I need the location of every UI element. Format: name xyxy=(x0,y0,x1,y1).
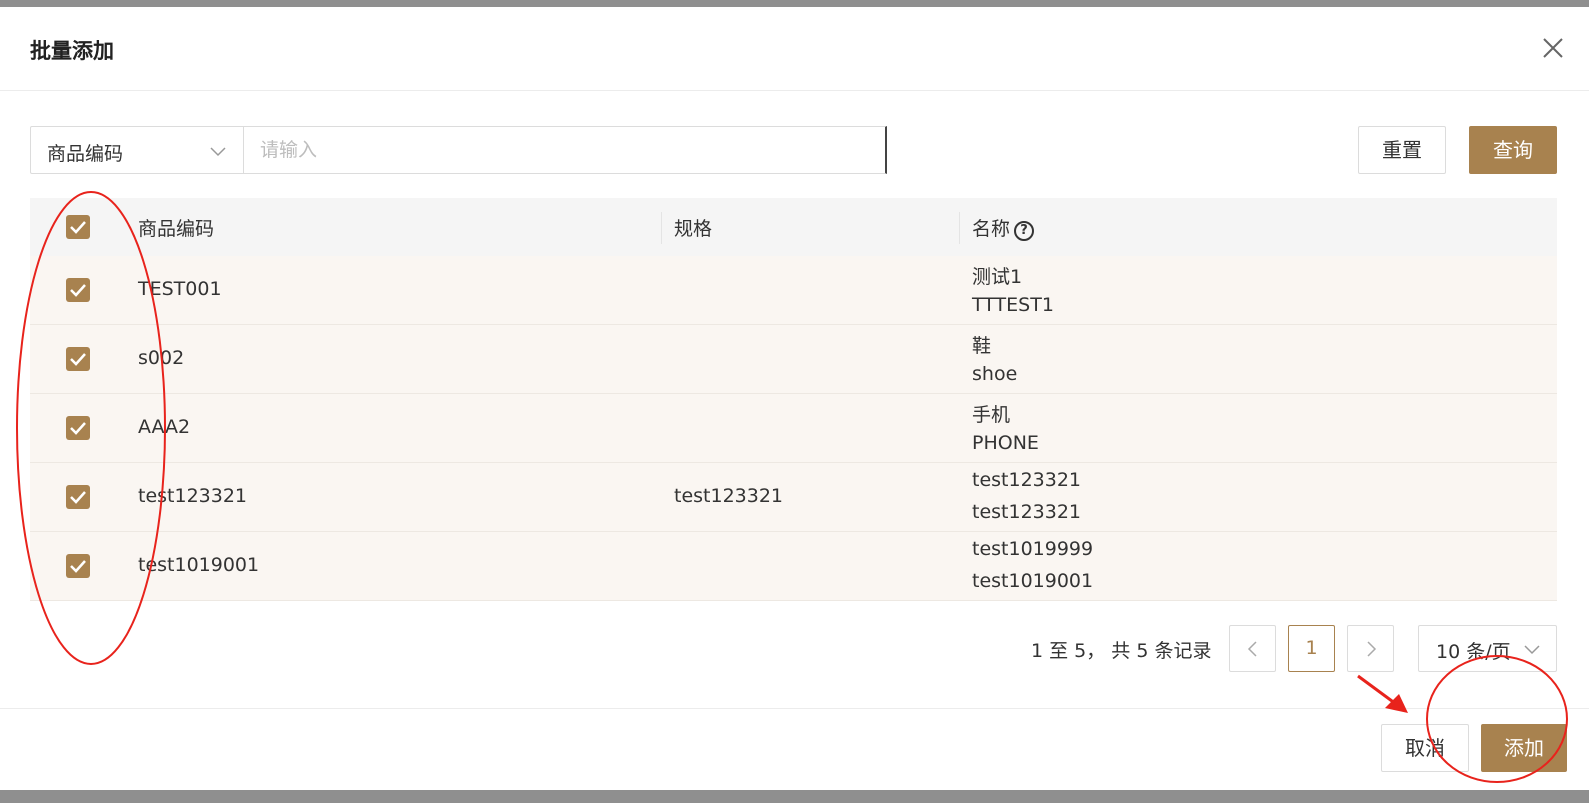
check-icon xyxy=(70,422,86,435)
filter-field-select[interactable]: 商品编码 xyxy=(30,126,244,174)
filter-field-label: 商品编码 xyxy=(47,143,124,165)
page-number-button[interactable]: 1 xyxy=(1288,625,1335,672)
row-checkbox[interactable] xyxy=(66,554,90,578)
query-button[interactable]: 查询 xyxy=(1469,126,1557,174)
cell-code: AAA2 xyxy=(138,416,191,438)
cell-code: test1019001 xyxy=(138,554,260,576)
window-top-bar xyxy=(0,0,1589,7)
table-row[interactable]: AAA2 手机 PHONE xyxy=(30,394,1557,463)
column-header-name-label: 名称 xyxy=(972,218,1011,240)
column-divider xyxy=(959,212,960,244)
row-checkbox[interactable] xyxy=(66,278,90,302)
cell-name: test1019999 xyxy=(972,538,1094,560)
column-header-code[interactable]: 商品编码 xyxy=(138,214,214,241)
table-row[interactable]: TEST001 测试1 TTTEST1 xyxy=(30,256,1557,325)
cell-name: test123321 xyxy=(972,469,1082,491)
chevron-left-icon xyxy=(1247,641,1257,657)
table-row[interactable]: test1019001 test1019999 test1019001 xyxy=(30,532,1557,601)
table-header: 商品编码 规格 名称? xyxy=(30,198,1557,256)
close-icon[interactable] xyxy=(1540,35,1566,61)
cell-name-en: TTTEST1 xyxy=(972,294,1054,316)
footer-divider xyxy=(0,708,1589,709)
add-button[interactable]: 添加 xyxy=(1481,724,1567,772)
table-row[interactable]: s002 鞋 shoe xyxy=(30,325,1557,394)
prev-page-button[interactable] xyxy=(1229,625,1276,672)
search-input[interactable] xyxy=(243,126,887,174)
page-size-select[interactable]: 10 条/页 xyxy=(1418,625,1557,672)
row-checkbox[interactable] xyxy=(66,347,90,371)
check-icon xyxy=(70,491,86,504)
window-bottom-bar xyxy=(0,790,1589,803)
cell-code: TEST001 xyxy=(138,278,222,300)
reset-button[interactable]: 重置 xyxy=(1358,126,1446,174)
cell-name-en: shoe xyxy=(972,363,1018,385)
row-checkbox[interactable] xyxy=(66,416,90,440)
check-icon xyxy=(70,353,86,366)
column-header-name[interactable]: 名称? xyxy=(972,214,1035,241)
product-table: 商品编码 规格 名称? TEST001 测试1 TTTEST1 s002 鞋 s… xyxy=(30,198,1557,601)
cancel-button[interactable]: 取消 xyxy=(1381,724,1469,772)
modal-header: 批量添加 xyxy=(0,7,1589,91)
cell-code: test123321 xyxy=(138,485,248,507)
cell-name: 测试1 xyxy=(972,266,1023,288)
column-header-spec[interactable]: 规格 xyxy=(674,214,712,241)
cell-name: 手机 xyxy=(972,404,1011,426)
cell-code: s002 xyxy=(138,347,185,369)
modal-title: 批量添加 xyxy=(30,39,114,63)
column-divider xyxy=(661,212,662,244)
pagination-info: 1 至 5， 共 5 条记录 xyxy=(1031,640,1212,662)
cell-name-en: test123321 xyxy=(972,501,1082,523)
select-all-checkbox[interactable] xyxy=(66,215,90,239)
batch-add-modal: 批量添加 商品编码 重置 查询 商品编码 规格 名称? TEST001 测试1 xyxy=(0,7,1589,790)
next-page-button[interactable] xyxy=(1347,625,1394,672)
chevron-right-icon xyxy=(1366,641,1376,657)
cell-name-en: test1019001 xyxy=(972,570,1094,592)
table-row[interactable]: test123321 test123321 test123321 test123… xyxy=(30,463,1557,532)
page-size-label: 10 条/页 xyxy=(1436,641,1511,663)
chevron-down-icon xyxy=(1524,645,1540,655)
cell-name-en: PHONE xyxy=(972,432,1039,454)
check-icon xyxy=(70,284,86,297)
cell-name: 鞋 xyxy=(972,335,992,357)
chevron-down-icon xyxy=(210,147,226,157)
row-checkbox[interactable] xyxy=(66,485,90,509)
help-icon[interactable]: ? xyxy=(1014,221,1035,241)
cell-spec: test123321 xyxy=(674,485,784,507)
check-icon xyxy=(70,221,86,234)
check-icon xyxy=(70,560,86,573)
